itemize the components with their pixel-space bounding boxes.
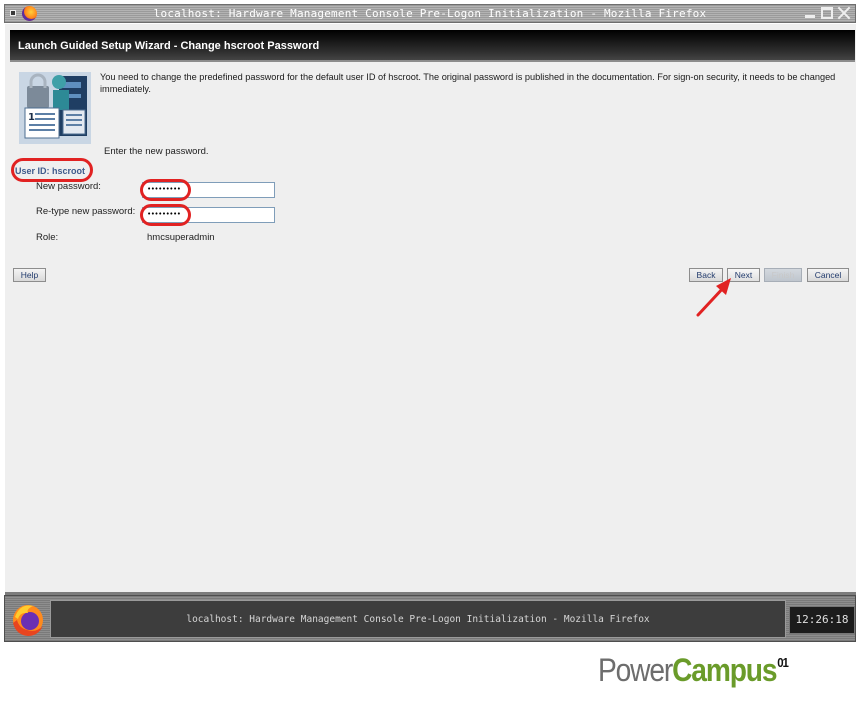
instruction-text: Enter the new password. xyxy=(104,146,209,157)
role-value: hmcsuperadmin xyxy=(147,232,215,243)
taskbar: localhost: Hardware Management Console P… xyxy=(4,595,856,642)
window-controls xyxy=(803,6,851,20)
logo-part-number: 01 xyxy=(777,655,789,670)
taskbar-clock: 12:26:18 xyxy=(789,606,855,634)
retype-password-label: Re-type new password: xyxy=(36,206,136,217)
role-label: Role: xyxy=(36,232,59,243)
wizard-illustration-icon: 1 xyxy=(19,72,91,144)
wizard-title: Launch Guided Setup Wizard - Change hscr… xyxy=(18,40,320,52)
close-icon[interactable] xyxy=(837,6,851,20)
annotation-arrow-icon xyxy=(696,278,731,317)
window-title: localhost: Hardware Management Console P… xyxy=(153,7,707,20)
wizard-panel: Launch Guided Setup Wizard - Change hscr… xyxy=(5,24,856,592)
minimize-icon[interactable] xyxy=(803,6,817,20)
logo-part-power: Power xyxy=(598,652,673,688)
logo-part-campus: Campus xyxy=(672,652,777,688)
powercampus-logo: PowerCampus01 xyxy=(598,652,789,698)
new-password-annotation-circle xyxy=(140,179,191,201)
user-id-annotation-circle xyxy=(11,158,93,182)
firefox-start-icon[interactable] xyxy=(6,600,50,638)
maximize-icon[interactable] xyxy=(820,6,834,20)
taskbar-window-label: localhost: Hardware Management Console P… xyxy=(186,614,650,625)
retype-password-annotation-circle xyxy=(140,204,191,226)
wizard-header: Launch Guided Setup Wizard - Change hscr… xyxy=(10,30,855,62)
intro-text: You need to change the predefined passwo… xyxy=(100,72,836,94)
cancel-button[interactable]: Cancel xyxy=(807,268,849,282)
new-password-label: New password: xyxy=(36,181,101,192)
taskbar-window-button[interactable]: localhost: Hardware Management Console P… xyxy=(50,600,786,638)
help-button[interactable]: Help xyxy=(13,268,46,282)
finish-button[interactable]: Finish xyxy=(764,268,802,282)
window-title-bar[interactable]: localhost: Hardware Management Console P… xyxy=(4,4,856,23)
svg-text:1: 1 xyxy=(28,112,35,123)
